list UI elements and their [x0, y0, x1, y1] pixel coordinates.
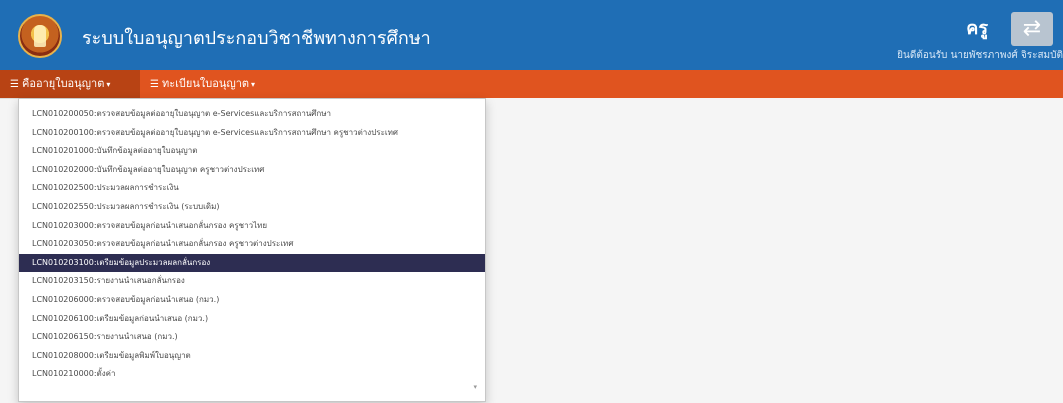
menu-item[interactable]: LCN010203050:ตรวจสอบข้อมูลก่อนนำเสนอกลั่… [19, 235, 485, 254]
scroll-down-icon[interactable]: ▾ [473, 383, 477, 391]
user-role: ครู [966, 18, 988, 39]
app-title: ระบบใบอนุญาตประกอบวิชาชีพทางการศึกษา [82, 28, 431, 49]
menu-item[interactable]: LCN010210000:ตั้งค่า [19, 365, 485, 384]
nav-renew-license[interactable]: ☰ คืออายุใบอนุญาต ▾ [0, 70, 140, 98]
list-icon: ☰ [10, 79, 19, 90]
caret-down-icon: ▾ [106, 80, 111, 89]
nav-license-registry[interactable]: ☰ ทะเบียนใบอนุญาต ▾ [140, 70, 270, 98]
divider [0, 98, 18, 99]
menu-item[interactable]: LCN010200050:ตรวจสอบข้อมูลต่ออายุใบอนุญา… [19, 105, 485, 124]
menu-item[interactable]: LCN010203150:รายงานนำเสนอกลั่นกรอง [19, 272, 485, 291]
menu-item[interactable]: LCN010203000:ตรวจสอบข้อมูลก่อนนำเสนอกลั่… [19, 217, 485, 236]
user-name: ยินดีต้อนรับ นายพัชรภาพงศ์ จิระสมบัติ [897, 50, 1063, 61]
menu-item[interactable]: LCN010206000:ตรวจสอบข้อมูลก่อนนำเสนอ (กม… [19, 291, 485, 310]
menu-item[interactable]: LCN010202500:ประมวลผลการชำระเงิน [19, 179, 485, 198]
renew-license-dropdown: LCN010200050:ตรวจสอบข้อมูลต่ออายุใบอนุญา… [18, 98, 486, 402]
caret-down-icon: ▾ [251, 80, 256, 89]
swap-icon: ⇄ [1022, 16, 1042, 41]
app-header: ระบบใบอนุญาตประกอบวิชาชีพทางการศึกษา ครู… [0, 0, 1063, 70]
menu-item[interactable]: LCN010201000:บันทึกข้อมูลต่ออายุใบอนุญาต [19, 142, 485, 161]
swap-role-button[interactable]: ⇄ [1011, 12, 1053, 46]
menu-item[interactable]: LCN010200100:ตรวจสอบข้อมูลต่ออายุใบอนุญา… [19, 124, 485, 143]
menu-item-selected[interactable]: LCN010203100:เตรียมข้อมูลประมวลผลกลั่นกร… [19, 253, 485, 273]
nav-label: คืออายุใบอนุญาต [22, 77, 105, 90]
menu-item[interactable]: LCN010208000:เตรียมข้อมูลพิมพ์ใบอนุญาต [19, 347, 485, 366]
menu-item[interactable]: LCN010206150:รายงานนำเสนอ (กมว.) [19, 328, 485, 347]
logo-icon [18, 14, 62, 58]
menu-item[interactable]: LCN010206100:เตรียมข้อมูลก่อนนำเสนอ (กมว… [19, 310, 485, 329]
nav-label: ทะเบียนใบอนุญาต [162, 77, 250, 90]
menu-item[interactable]: LCN010202000:บันทึกข้อมูลต่ออายุใบอนุญาต… [19, 161, 485, 180]
menu-item[interactable]: LCN010202550:ประมวลผลการชำระเงิน (ระบบเด… [19, 198, 485, 217]
list-icon: ☰ [150, 79, 159, 90]
main-navbar: ☰ คืออายุใบอนุญาต ▾ ☰ ทะเบียนใบอนุญาต ▾ [0, 70, 1063, 98]
